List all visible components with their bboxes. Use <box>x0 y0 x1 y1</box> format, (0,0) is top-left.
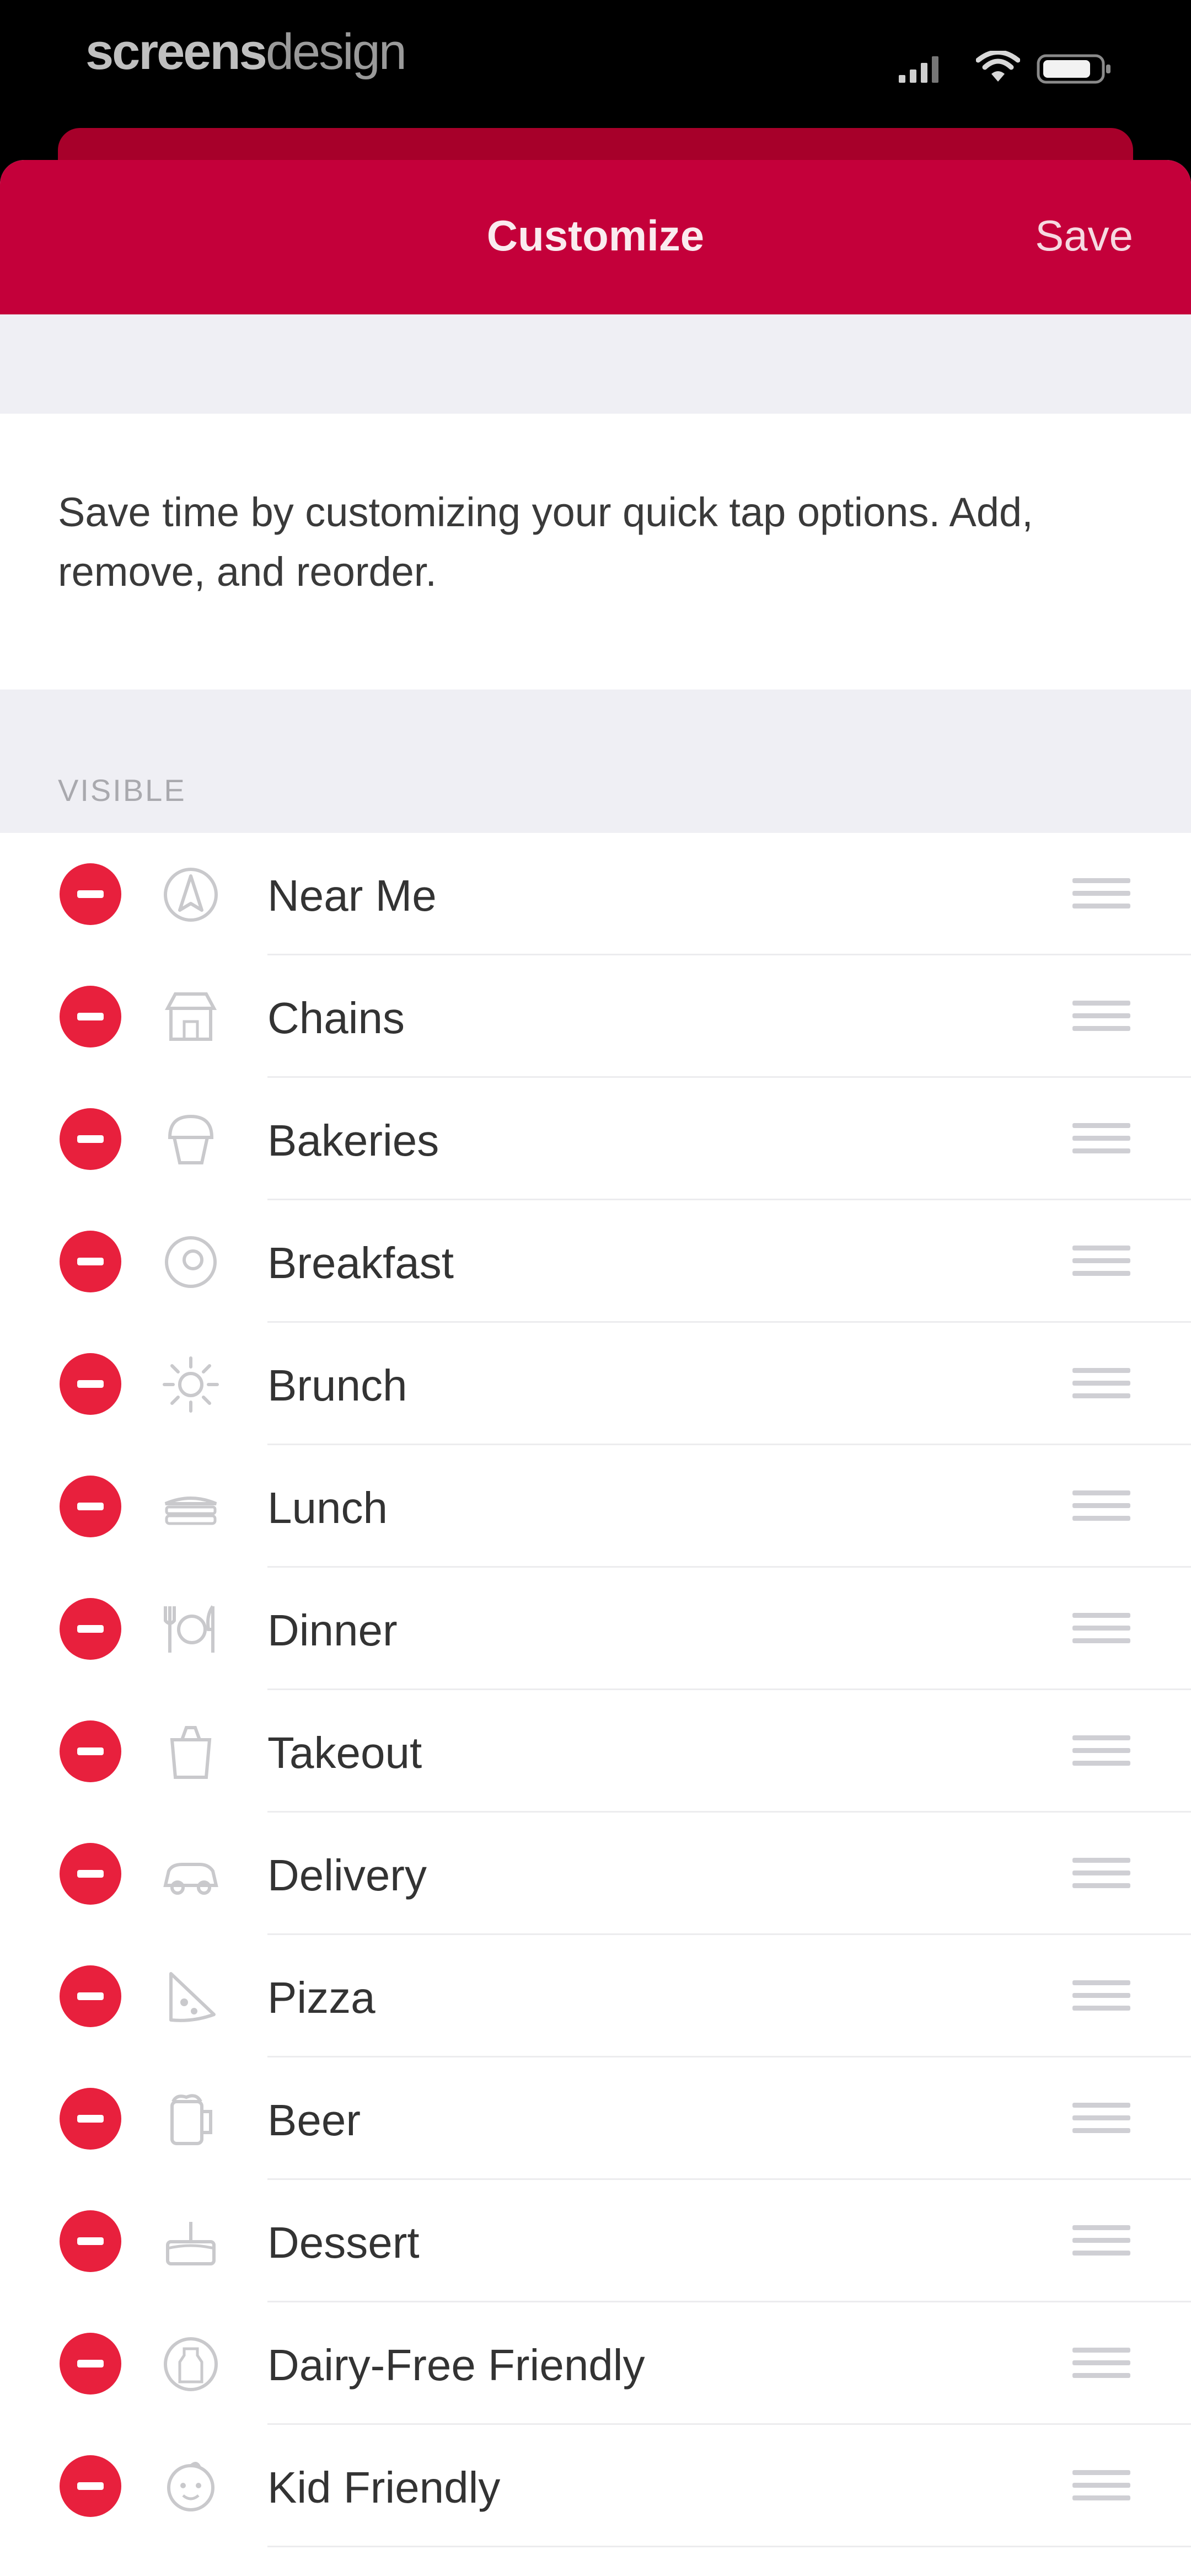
list-item-label: Chains <box>267 993 405 1043</box>
list-item[interactable]: Dinner <box>0 1568 1191 1690</box>
dairy-free-icon <box>164 2337 218 2391</box>
wifi-icon <box>976 51 1020 82</box>
beer-mug-icon <box>170 2094 212 2145</box>
brand-bold-text: screens <box>85 24 267 80</box>
reorder-handle[interactable] <box>1072 2470 1130 2502</box>
visible-options-list: Near Me Chains Bakeries Breakfast Brunch Lunc… <box>0 833 1191 2576</box>
brand-light-text: design <box>265 24 407 80</box>
list-item[interactable]: Chains <box>0 955 1191 1078</box>
list-item-label: Brunch <box>267 1361 407 1410</box>
location-compass-icon <box>164 868 218 922</box>
list-item-label: Delivery <box>267 1851 427 1900</box>
reorder-handle[interactable] <box>1072 1368 1130 1400</box>
remove-button[interactable] <box>60 863 121 925</box>
reorder-handle[interactable] <box>1072 2348 1130 2380</box>
kid-face-icon <box>167 2462 214 2511</box>
remove-button[interactable] <box>60 1598 121 1660</box>
reorder-handle[interactable] <box>1072 1246 1130 1278</box>
reorder-handle[interactable] <box>1072 878 1130 910</box>
screen: screensdesign Customize Save Save time b… <box>0 0 1191 2576</box>
remove-button[interactable] <box>60 2333 121 2395</box>
navigation-bar: Customize Save <box>0 160 1191 314</box>
sandwich-icon <box>164 1497 217 1525</box>
remove-button[interactable] <box>60 1476 121 1537</box>
list-item-label: Breakfast <box>267 1238 454 1287</box>
intro-card: Save time by customizing your quick tap … <box>0 414 1191 690</box>
brand-watermark: screensdesign <box>85 23 407 81</box>
list-item[interactable]: Takeout <box>0 1690 1191 1813</box>
status-bar: screensdesign <box>0 0 1191 127</box>
reorder-handle[interactable] <box>1072 1490 1130 1522</box>
list-item[interactable]: Pizza <box>0 1935 1191 2057</box>
remove-button[interactable] <box>60 2455 121 2517</box>
list-item[interactable]: Delivery <box>0 1813 1191 1935</box>
list-item-label: Lunch <box>267 1483 388 1532</box>
utensils-icon <box>164 1605 214 1653</box>
reorder-handle[interactable] <box>1072 1980 1130 2012</box>
list-item-label: Beer <box>267 2096 361 2145</box>
list-item-label: Pizza <box>267 1973 375 2022</box>
list-item[interactable]: Bakeries <box>0 1078 1191 1200</box>
list-item[interactable]: Near Me <box>0 833 1191 955</box>
reorder-handle[interactable] <box>1072 2103 1130 2135</box>
remove-button[interactable] <box>60 2210 121 2272</box>
reorder-handle[interactable] <box>1072 1613 1130 1645</box>
remove-button[interactable] <box>60 1843 121 1905</box>
remove-button[interactable] <box>60 1965 121 2027</box>
sun-icon <box>163 1356 219 1413</box>
takeout-box-icon <box>170 1726 212 1779</box>
list-item[interactable]: Dessert <box>0 2180 1191 2302</box>
list-item[interactable]: Beer <box>0 2057 1191 2180</box>
storefront-icon <box>164 992 217 1041</box>
customize-sheet: Customize Save Save time by customizing … <box>0 160 1191 2576</box>
list-item[interactable]: Dairy-Free Friendly <box>0 2302 1191 2425</box>
cupcake-icon <box>168 1114 214 1164</box>
list-item[interactable]: Breakfast <box>0 1200 1191 1323</box>
egg-plate-icon <box>165 1236 217 1288</box>
remove-button[interactable] <box>60 1353 121 1415</box>
cake-icon <box>166 2222 216 2265</box>
list-item-label: Near Me <box>267 871 437 920</box>
list-item[interactable]: Lunch <box>0 1445 1191 1568</box>
battery-icon <box>1037 54 1110 84</box>
list-item-label: Dinner <box>267 1606 398 1655</box>
intro-description: Save time by customizing your quick tap … <box>58 489 1033 595</box>
list-item-label: Bakeries <box>267 1116 439 1165</box>
reorder-handle[interactable] <box>1072 2225 1130 2257</box>
remove-button[interactable] <box>60 1720 121 1782</box>
reorder-handle[interactable] <box>1072 1735 1130 1767</box>
page-title: Customize <box>486 211 705 260</box>
list-item-label: Dairy-Free Friendly <box>267 2340 645 2390</box>
list-item-label: Takeout <box>267 1728 422 1777</box>
save-button[interactable]: Save <box>1035 211 1133 261</box>
reorder-handle[interactable] <box>1072 1123 1130 1155</box>
remove-button[interactable] <box>60 1108 121 1170</box>
cellular-signal-icon <box>899 56 938 83</box>
list-item-label: Dessert <box>267 2218 420 2267</box>
remove-button[interactable] <box>60 986 121 1047</box>
remove-button[interactable] <box>60 1231 121 1292</box>
list-item-label: Kid Friendly <box>267 2463 501 2512</box>
list-item[interactable]: Kid Friendly <box>0 2425 1191 2547</box>
pizza-slice-icon <box>169 1972 216 2022</box>
reorder-handle[interactable] <box>1072 1001 1130 1033</box>
section-header-visible: VISIBLE <box>58 773 186 808</box>
delivery-car-icon <box>163 1863 218 1895</box>
remove-button[interactable] <box>60 2088 121 2150</box>
list-item[interactable]: Brunch <box>0 1323 1191 1445</box>
reorder-handle[interactable] <box>1072 1858 1130 1890</box>
